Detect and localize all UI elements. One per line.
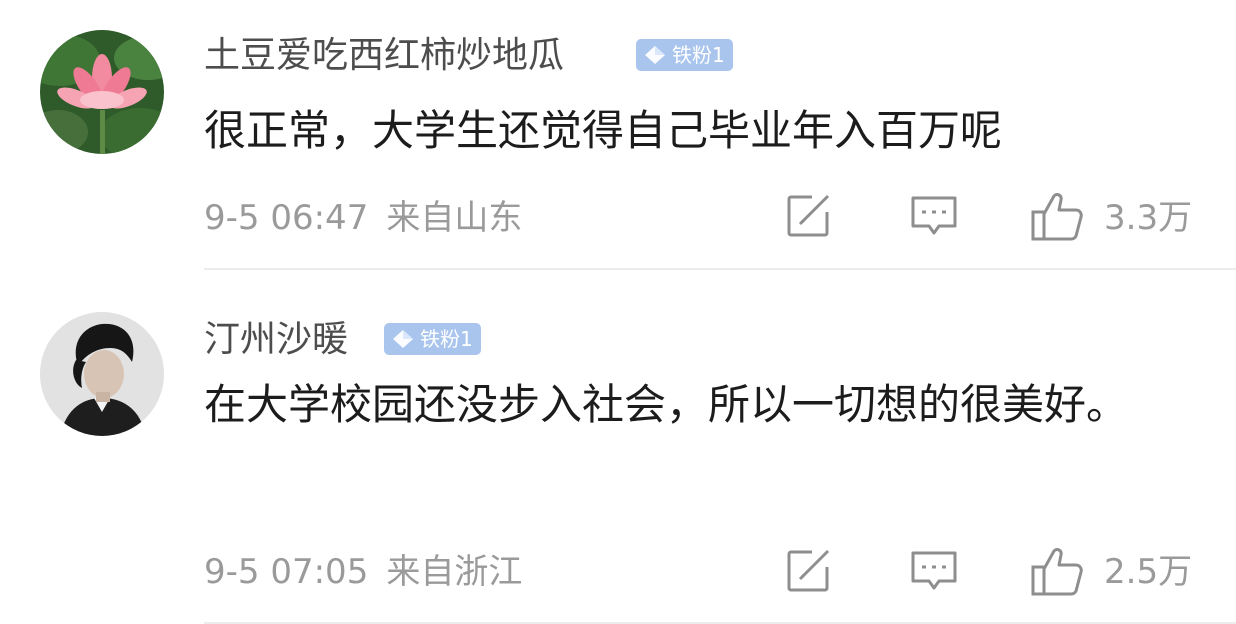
avatar[interactable] — [40, 30, 164, 154]
comment-meta: 9-5 07:05 来自浙江 — [204, 552, 522, 592]
like-count: 2.5万 — [1104, 552, 1193, 592]
comment-button[interactable] — [909, 547, 959, 599]
divider — [204, 268, 1236, 270]
repost-icon — [787, 547, 834, 592]
location: 来自浙江 — [386, 552, 523, 592]
comment-button[interactable] — [909, 192, 959, 244]
lotus-avatar-icon — [40, 30, 164, 154]
diamond-icon — [393, 330, 413, 348]
like-count: 3.3万 — [1104, 198, 1193, 238]
fan-badge[interactable]: 铁粉1 — [636, 39, 733, 71]
comment-icon — [911, 196, 957, 235]
comment-item: 土豆爱吃西红柿炒地瓜 铁粉1 很正常，大学生还觉得自己毕业年入百万呢 9-5 0… — [0, 0, 1236, 270]
timestamp: 9-5 06:47 — [204, 198, 369, 238]
avatar[interactable] — [40, 312, 164, 436]
comment-meta: 9-5 06:47 来自山东 — [204, 198, 522, 238]
fan-badge[interactable]: 铁粉1 — [384, 323, 481, 355]
diamond-icon — [645, 46, 665, 64]
repost-button[interactable] — [784, 547, 834, 599]
like-icon — [1031, 193, 1083, 241]
like-icon — [1031, 548, 1083, 596]
badge-label: 铁粉1 — [420, 327, 473, 351]
repost-icon — [787, 192, 834, 237]
like-button[interactable] — [1030, 192, 1084, 246]
comment-text: 很正常，大学生还觉得自己毕业年入百万呢 — [204, 106, 1003, 155]
repost-button[interactable] — [784, 192, 834, 244]
comment-icon — [911, 551, 957, 590]
like-button[interactable] — [1030, 547, 1084, 601]
location: 来自山东 — [386, 198, 523, 238]
comment-item: 汀州沙暖 铁粉1 在大学校园还没步入社会，所以一切想的很美好。 9-5 07:0… — [0, 272, 1236, 624]
portrait-avatar-icon — [40, 312, 164, 436]
username[interactable]: 汀州沙暖 — [204, 318, 348, 362]
timestamp: 9-5 07:05 — [204, 552, 369, 592]
username[interactable]: 土豆爱吃西红柿炒地瓜 — [204, 34, 564, 78]
badge-label: 铁粉1 — [672, 43, 725, 67]
comment-text: 在大学校园还没步入社会，所以一切想的很美好。 — [204, 380, 1129, 429]
